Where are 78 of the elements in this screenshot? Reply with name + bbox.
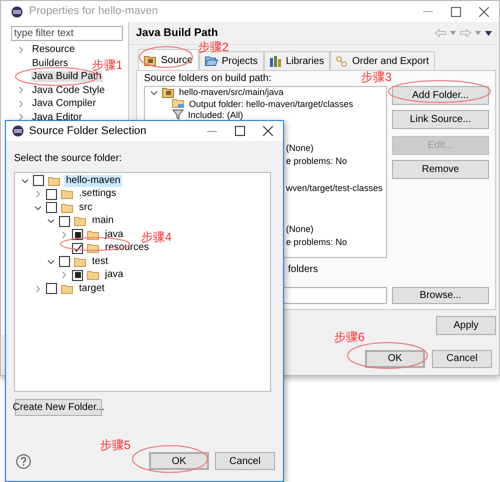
chevron-icon[interactable]	[150, 88, 158, 96]
nav-item[interactable]: Java Editor	[31, 112, 84, 123]
tree-item[interactable]: Output folder: hello-maven/target/classes	[189, 98, 354, 108]
create-folder-button[interactable]: Create New Folder...	[15, 399, 102, 416]
nav-item[interactable]: Resource	[31, 44, 76, 56]
tree-item[interactable]: wven/target/test-classes	[286, 183, 383, 194]
help-icon[interactable]	[16, 454, 31, 468]
cancel-button[interactable]: Cancel	[215, 452, 275, 470]
package-folder-icon	[144, 54, 157, 66]
folder-icon	[74, 256, 86, 267]
apply-button[interactable]: Apply	[436, 316, 496, 335]
step-annotation: 步骤2	[198, 40, 229, 54]
output-folder-icon	[172, 98, 185, 109]
checkbox[interactable]	[72, 242, 83, 254]
eclipse-logo-icon	[12, 125, 24, 137]
section-label: Source folders on build path:	[144, 73, 272, 85]
step-annotation: 步骤1	[92, 58, 123, 72]
filter-field[interactable]: type filter text	[11, 26, 123, 41]
nav-item[interactable]: Java Code Style	[31, 84, 106, 96]
tree-item[interactable]: target	[77, 282, 107, 295]
eclipse-logo-icon	[11, 6, 23, 18]
folder-icon	[74, 216, 86, 226]
tree-item[interactable]: Included: (All)	[188, 110, 244, 120]
open-folder-icon	[204, 56, 218, 66]
tree-item[interactable]: main	[90, 215, 116, 228]
folder-icon	[61, 189, 73, 200]
step-annotation: 步骤3	[361, 70, 392, 84]
checkbox-label: folders	[288, 263, 318, 277]
ok-button[interactable]: OK	[149, 452, 209, 470]
tree-item[interactable]: .settings	[77, 188, 118, 200]
side-button[interactable]: Add Folder...	[392, 86, 489, 105]
side-button[interactable]: Link Source...	[392, 110, 489, 129]
tab[interactable]: Libraries	[264, 51, 330, 70]
checkbox[interactable]	[59, 256, 70, 268]
tree-item[interactable]: hello-maven	[64, 174, 122, 187]
tree-item[interactable]: test	[90, 256, 110, 268]
close-icon[interactable]	[263, 126, 273, 136]
folder-icon	[48, 176, 60, 186]
folder-icon	[61, 284, 73, 294]
step-annotation: 步骤5	[100, 438, 131, 452]
checkbox[interactable]	[72, 270, 83, 281]
tree-item[interactable]: java	[103, 269, 126, 282]
checkbox[interactable]	[59, 216, 70, 227]
tree-item[interactable]: (None)	[286, 224, 314, 235]
checkbox[interactable]	[46, 283, 57, 294]
step-annotation: 步骤6	[334, 330, 365, 344]
tree-item[interactable]: (None)	[286, 143, 314, 154]
tab[interactable]: Order and Export	[330, 51, 435, 70]
maximize-icon[interactable]	[235, 126, 245, 136]
dialog-title: Source Folder Selection	[29, 124, 146, 139]
step-annotation: 步骤4	[141, 230, 172, 244]
tree-item[interactable]: src	[77, 202, 94, 214]
browse-button[interactable]: Browse...	[392, 287, 489, 304]
page-title: Java Build Path	[136, 26, 218, 41]
window-title: Properties for hello-maven	[29, 4, 158, 20]
checkbox[interactable]	[72, 229, 83, 240]
close-icon[interactable]	[479, 6, 489, 16]
tree-item[interactable]: java	[103, 228, 126, 241]
cancel-button[interactable]: Cancel	[432, 350, 492, 368]
prompt-label: Select the source folder:	[14, 152, 122, 166]
minimize-icon[interactable]	[207, 130, 217, 132]
folder-icon	[61, 202, 73, 213]
order-icon	[336, 56, 348, 66]
folder-icon	[87, 270, 99, 280]
tree-item[interactable]: e problems: No	[286, 156, 348, 167]
checkbox[interactable]	[46, 188, 57, 200]
package-folder-icon	[162, 87, 175, 98]
view-menu-icon[interactable]	[485, 30, 492, 36]
nav-item[interactable]: Java Compiler	[31, 98, 97, 110]
tree-item[interactable]: hello-maven/src/main/java	[179, 87, 284, 98]
tree-item[interactable]: e problems: No	[286, 237, 348, 248]
checkbox[interactable]	[33, 175, 44, 186]
checkbox[interactable]	[46, 202, 57, 214]
books-icon	[270, 56, 282, 66]
nav-item[interactable]: Builders	[31, 58, 70, 69]
maximize-icon[interactable]	[451, 6, 461, 16]
ok-button[interactable]: OK	[365, 350, 425, 368]
side-button[interactable]: Remove	[392, 160, 489, 179]
